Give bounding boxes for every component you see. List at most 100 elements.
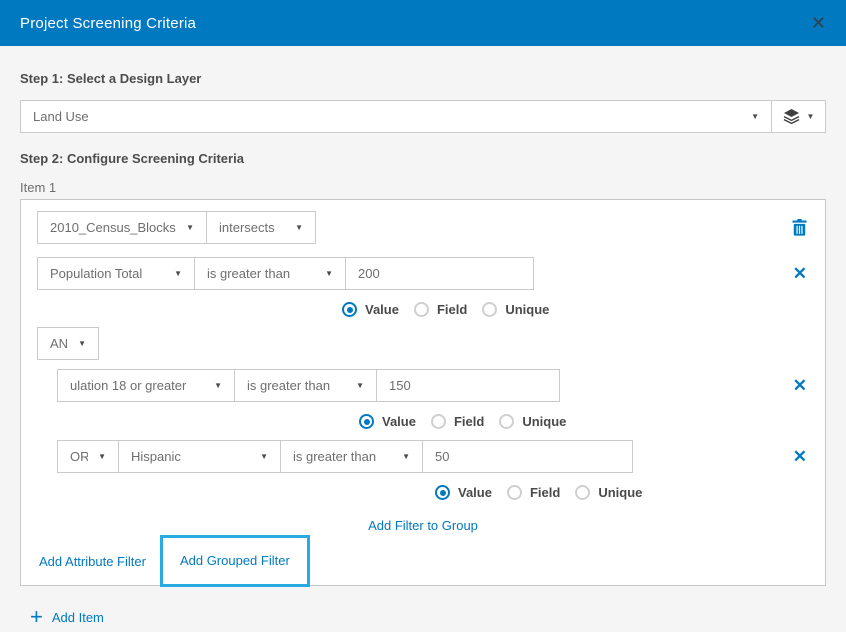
operator-select[interactable]: is greater than ▼ xyxy=(234,369,377,402)
trash-icon xyxy=(792,219,807,236)
chevron-down-icon: ▼ xyxy=(325,269,333,278)
logic-operator-select[interactable]: OR ▼ xyxy=(57,440,119,473)
operator-select[interactable]: is greater than ▼ xyxy=(280,440,423,473)
field-value: Hispanic xyxy=(131,449,250,464)
field-select[interactable]: Hispanic ▼ xyxy=(118,440,281,473)
filter-row-1: Population Total ▼ is greater than ▼ ✕ xyxy=(37,257,809,290)
radio-unselected-icon xyxy=(575,485,590,500)
operator-select[interactable]: is greater than ▼ xyxy=(194,257,346,290)
layer-operator-row: 2010_Census_Blocks ▼ intersects ▼ xyxy=(37,211,809,244)
mode-radio-group-3: Value Field Unique xyxy=(435,485,809,500)
filter-value-input[interactable] xyxy=(376,369,560,402)
close-icon[interactable]: ✕ xyxy=(811,14,826,32)
design-layer-row: Land Use ▼ ▼ xyxy=(20,100,826,133)
chevron-down-icon: ▼ xyxy=(174,269,182,278)
field-select[interactable]: Population Total ▼ xyxy=(37,257,195,290)
field-radio[interactable]: Field xyxy=(507,485,560,500)
dialog-title: Project Screening Criteria xyxy=(20,15,196,32)
value-radio[interactable]: Value xyxy=(342,302,399,317)
mode-radio-group-2: Value Field Unique xyxy=(359,414,809,429)
field-value: Population Total xyxy=(50,266,164,281)
chevron-down-icon: ▼ xyxy=(98,452,106,461)
value-radio-label: Value xyxy=(382,414,416,429)
operator-value: is greater than xyxy=(247,378,346,393)
chevron-down-icon: ▼ xyxy=(186,223,194,232)
field-radio-label: Field xyxy=(530,485,560,500)
radio-unselected-icon xyxy=(499,414,514,429)
radio-selected-icon xyxy=(342,302,357,317)
field-radio[interactable]: Field xyxy=(431,414,484,429)
add-grouped-filter-link[interactable]: Add Grouped Filter xyxy=(180,553,290,568)
chevron-down-icon: ▼ xyxy=(807,112,815,121)
remove-filter-button[interactable]: ✕ xyxy=(791,265,809,282)
spatial-operator-select[interactable]: intersects ▼ xyxy=(206,211,316,244)
add-filter-to-group-link[interactable]: Add Filter to Group xyxy=(368,518,478,533)
step1-label: Step 1: Select a Design Layer xyxy=(20,46,826,86)
unique-radio[interactable]: Unique xyxy=(499,414,566,429)
layer-options-button[interactable]: ▼ xyxy=(771,100,826,133)
plus-icon: + xyxy=(30,606,43,628)
census-layer-value: 2010_Census_Blocks xyxy=(50,220,176,235)
item-label: Item 1 xyxy=(20,180,826,195)
filter-links-row: Add Attribute Filter Add Grouped Filter xyxy=(37,535,809,587)
remove-icon: ✕ xyxy=(793,377,807,394)
radio-unselected-icon xyxy=(414,302,429,317)
operator-value: is greater than xyxy=(293,449,392,464)
add-item-label: Add Item xyxy=(52,610,104,625)
chevron-down-icon: ▼ xyxy=(402,452,410,461)
chevron-down-icon: ▼ xyxy=(751,112,759,121)
spatial-operator-value: intersects xyxy=(219,220,285,235)
chevron-down-icon: ▼ xyxy=(78,339,86,348)
value-radio-label: Value xyxy=(458,485,492,500)
logic-operator-value: AND xyxy=(50,336,68,351)
value-radio[interactable]: Value xyxy=(435,485,492,500)
logic-row: AND ▼ xyxy=(37,327,809,360)
dialog-header: Project Screening Criteria ✕ xyxy=(0,0,846,46)
field-radio[interactable]: Field xyxy=(414,302,467,317)
operator-value: is greater than xyxy=(207,266,315,281)
step2-label: Step 2: Configure Screening Criteria xyxy=(20,151,826,166)
add-item-button[interactable]: + Add Item xyxy=(20,606,826,628)
remove-icon: ✕ xyxy=(793,448,807,465)
chevron-down-icon: ▼ xyxy=(356,381,364,390)
radio-unselected-icon xyxy=(431,414,446,429)
remove-filter-button[interactable]: ✕ xyxy=(791,448,809,465)
chevron-down-icon: ▼ xyxy=(260,452,268,461)
filter-row-3: OR ▼ Hispanic ▼ is greater than ▼ ✕ xyxy=(37,440,809,473)
design-layer-select[interactable]: Land Use ▼ xyxy=(20,100,772,133)
value-radio[interactable]: Value xyxy=(359,414,416,429)
field-radio-label: Field xyxy=(437,302,467,317)
design-layer-value: Land Use xyxy=(33,109,741,124)
radio-unselected-icon xyxy=(482,302,497,317)
delete-item-button[interactable] xyxy=(790,219,809,236)
add-attribute-filter-link[interactable]: Add Attribute Filter xyxy=(39,554,146,569)
radio-selected-icon xyxy=(435,485,450,500)
item-panel: 2010_Census_Blocks ▼ intersects ▼ xyxy=(20,199,826,586)
project-screening-dialog: Project Screening Criteria ✕ Step 1: Sel… xyxy=(0,0,846,632)
logic-operator-value: OR xyxy=(70,449,88,464)
chevron-down-icon: ▼ xyxy=(295,223,303,232)
field-value: ulation 18 or greater xyxy=(70,378,204,393)
layers-icon xyxy=(783,109,800,124)
remove-filter-button[interactable]: ✕ xyxy=(791,377,809,394)
field-radio-label: Field xyxy=(454,414,484,429)
remove-icon: ✕ xyxy=(793,265,807,282)
unique-radio-label: Unique xyxy=(505,302,549,317)
dialog-body: Step 1: Select a Design Layer Land Use ▼… xyxy=(0,46,846,628)
radio-selected-icon xyxy=(359,414,374,429)
add-filter-to-group-row: Add Filter to Group xyxy=(37,517,809,535)
census-layer-select[interactable]: 2010_Census_Blocks ▼ xyxy=(37,211,207,244)
mode-radio-group-1: Value Field Unique xyxy=(342,302,809,317)
filter-row-2: ulation 18 or greater ▼ is greater than … xyxy=(37,369,809,402)
unique-radio[interactable]: Unique xyxy=(482,302,549,317)
unique-radio[interactable]: Unique xyxy=(575,485,642,500)
chevron-down-icon: ▼ xyxy=(214,381,222,390)
field-select[interactable]: ulation 18 or greater ▼ xyxy=(57,369,235,402)
filter-value-input[interactable] xyxy=(345,257,534,290)
filter-value-input[interactable] xyxy=(422,440,633,473)
unique-radio-label: Unique xyxy=(598,485,642,500)
radio-unselected-icon xyxy=(507,485,522,500)
tutorial-highlight-box: Add Grouped Filter xyxy=(160,535,310,587)
logic-operator-select[interactable]: AND ▼ xyxy=(37,327,99,360)
unique-radio-label: Unique xyxy=(522,414,566,429)
